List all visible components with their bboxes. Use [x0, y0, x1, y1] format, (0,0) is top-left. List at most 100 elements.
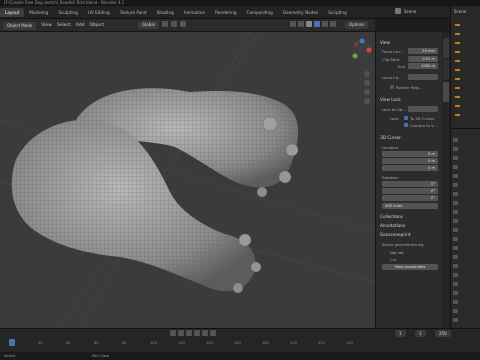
status-select: Select: [4, 353, 16, 358]
rotation-mode-dropdown[interactable]: XYZ Euler: [382, 203, 438, 209]
solid-shading-icon[interactable]: [314, 21, 320, 27]
overlay-icon[interactable]: [290, 21, 296, 27]
local-camera-field[interactable]: [408, 74, 438, 80]
menu-view[interactable]: View: [41, 23, 52, 28]
clip-start-label: Clip Start: [382, 57, 400, 62]
geoscene-georef-label: Scene georeferencing: [382, 242, 424, 247]
cursor-location-z[interactable]: 0 m: [382, 165, 438, 171]
scene-icon: [395, 8, 401, 14]
menu-select[interactable]: Select: [57, 23, 71, 28]
tab-animation[interactable]: Animation: [179, 8, 210, 17]
render-region-label: Render Regi...: [396, 85, 423, 90]
to-3d-cursor-checkbox[interactable]: [404, 116, 408, 120]
status-pan-view: Pan View: [92, 353, 110, 358]
rendered-shading-icon[interactable]: [330, 21, 336, 27]
section-view-lock[interactable]: View Lock: [380, 97, 401, 102]
play-icon[interactable]: [194, 330, 200, 336]
focal-length-field[interactable]: 50 mm: [408, 48, 438, 54]
next-keyframe-icon[interactable]: [202, 330, 208, 336]
location-label: Location: [382, 145, 399, 150]
timeline-tick-label: 80: [122, 341, 127, 345]
wireframe-shading-icon[interactable]: [306, 21, 312, 27]
mode-dropdown[interactable]: Object Mode: [3, 21, 37, 30]
properties-panel[interactable]: [450, 128, 480, 328]
timeline-tick-label: 160: [234, 341, 241, 345]
tab-view[interactable]: [443, 82, 449, 102]
start-frame-field[interactable]: 1: [415, 330, 426, 337]
tab-geometry-nodes[interactable]: Geometry Nodes: [278, 8, 323, 17]
tab-item[interactable]: [443, 38, 449, 58]
section-view[interactable]: View: [380, 40, 390, 45]
clip-start-field[interactable]: 0.01 m: [408, 56, 438, 62]
cursor-rotation-x[interactable]: 0°: [382, 181, 438, 187]
timeline-tick-label: 20: [38, 341, 43, 345]
outliner-items[interactable]: [455, 20, 460, 120]
clip-end-field[interactable]: 1000 m: [408, 63, 438, 69]
scene-label: Scene: [404, 8, 417, 14]
material-shading-icon[interactable]: [322, 21, 328, 27]
navigation-gizmo[interactable]: [352, 38, 372, 61]
timeline-tick-label: 240: [346, 341, 353, 345]
crs-label: Crs: [390, 257, 397, 262]
workspace-bar: Layout Modeling Sculpting UV Editing Texture…: [0, 6, 480, 19]
viewport-nav-buttons[interactable]: [364, 71, 370, 104]
options-button[interactable]: Options: [345, 21, 369, 29]
timeline-tick-label: 120: [178, 341, 185, 345]
rotation-label: Rotation: [382, 175, 398, 180]
tab-layout[interactable]: Layout: [0, 8, 25, 17]
outliner[interactable]: Scene: [450, 6, 480, 128]
section-geosceneprint[interactable]: Geosceneprint: [380, 232, 411, 237]
not-set-label: Not set: [390, 250, 404, 255]
menu-object[interactable]: Object: [90, 23, 105, 28]
render-region-checkbox[interactable]: [390, 85, 394, 89]
section-3d-cursor[interactable]: 3D Cursor: [380, 135, 401, 140]
workspace-tabs: Layout Modeling Sculpting UV Editing Texture…: [0, 6, 352, 19]
outliner-header: Scene: [454, 9, 467, 14]
current-frame-field[interactable]: 1: [395, 330, 406, 337]
jump-end-icon[interactable]: [210, 330, 216, 336]
play-reverse-icon[interactable]: [186, 330, 192, 336]
section-collections[interactable]: Collections: [380, 214, 403, 219]
scene-selector[interactable]: Scene: [395, 8, 416, 14]
playhead[interactable]: [9, 339, 15, 346]
tab-texture-paint[interactable]: Texture Paint: [115, 8, 152, 17]
timeline-tick-label: 220: [318, 341, 325, 345]
snap-icon[interactable]: [170, 21, 177, 27]
menu-add[interactable]: Add: [76, 23, 85, 28]
camera-to-view-checkbox[interactable]: [404, 123, 408, 127]
tab-tool[interactable]: [443, 60, 449, 80]
xray-icon[interactable]: [298, 21, 304, 27]
tab-sculpting[interactable]: Sculpting: [53, 8, 83, 17]
cursor-rotation-z[interactable]: 0°: [382, 195, 438, 201]
jump-start-icon[interactable]: [170, 330, 176, 336]
tab-modeling[interactable]: Modeling: [24, 8, 53, 17]
timeline-ticks: 020406080100120140160180200220240: [0, 341, 480, 351]
prev-keyframe-icon[interactable]: [178, 330, 184, 336]
tab-uv-editing[interactable]: UV Editing: [83, 8, 115, 17]
tab-scripting[interactable]: Scripting: [323, 8, 352, 17]
cursor-location-x[interactable]: 0 m: [382, 151, 438, 157]
lock-label: Lock: [390, 116, 399, 121]
sidebar-n-panel: View Focal Len... 50 mm Clip Start 0.01 …: [375, 32, 442, 328]
tab-compositing[interactable]: Compositing: [242, 8, 278, 17]
tab-rendering[interactable]: Rendering: [210, 8, 241, 17]
playback-controls[interactable]: [170, 330, 216, 336]
cursor-rotation-y[interactable]: 0°: [382, 188, 438, 194]
lock-to-object-field[interactable]: [408, 106, 438, 112]
end-frame-field[interactable]: 250: [435, 330, 451, 337]
3d-viewport[interactable]: [0, 32, 375, 328]
timeline-tick-label: 180: [262, 341, 269, 345]
section-annotations[interactable]: Annotations: [380, 223, 405, 228]
cursor-location-y[interactable]: 0 m: [382, 158, 438, 164]
timeline[interactable]: 1 1 250 02040608010012014016018020022024…: [0, 328, 480, 352]
view-coordinates-button[interactable]: View coordinates: [382, 264, 438, 270]
transform-orientation-dropdown[interactable]: Global: [138, 21, 159, 29]
viewport-canvas[interactable]: [0, 32, 375, 328]
viewport-header: Object Mode View Select Add Object Globa…: [0, 19, 375, 32]
proportional-edit-icon[interactable]: [179, 21, 186, 27]
tab-shading[interactable]: Shading: [152, 8, 179, 17]
properties-tabs[interactable]: [453, 133, 458, 323]
pivot-icon[interactable]: [161, 21, 168, 27]
timeline-tick-label: 140: [206, 341, 213, 345]
sidebar-vertical-tabs[interactable]: [442, 32, 450, 328]
